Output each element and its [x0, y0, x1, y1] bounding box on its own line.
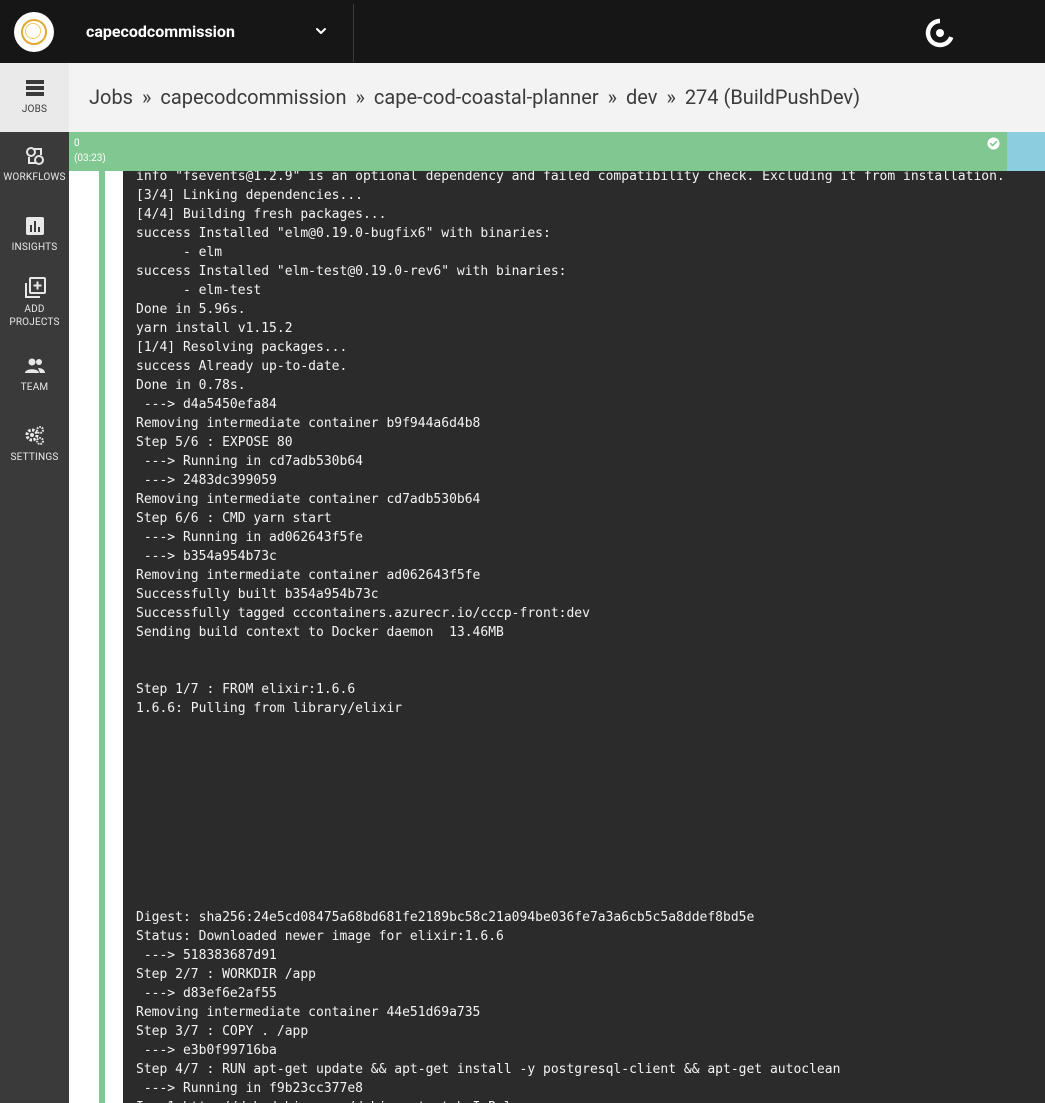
log-line: Done in 0.78s.: [136, 378, 246, 393]
sidebar-item-label: TEAM: [20, 382, 49, 393]
check-circle-icon: [987, 137, 1000, 150]
breadcrumb-branch[interactable]: dev: [626, 85, 657, 109]
breadcrumb-jobs[interactable]: Jobs: [89, 85, 133, 109]
breadcrumb-bar: Jobs » capecodcommission » cape-cod-coastal-…: [69, 63, 1045, 132]
log-line: [136, 870, 1005, 889]
step-index: 0: [74, 138, 80, 149]
breadcrumb-separator: »: [355, 85, 365, 109]
org-name[interactable]: capecodcommission: [86, 22, 235, 41]
add-projects-icon: [24, 277, 46, 298]
log-line: yarn install v1.15.2: [136, 321, 293, 336]
log-line: [3/4] Linking dependencies...: [136, 188, 363, 203]
sidebar-item-insights[interactable]: INSIGHTS: [0, 215, 69, 254]
log-line: [136, 737, 1005, 756]
step-status-stripe: [99, 171, 105, 1103]
sidebar-item-label: ADD PROJECTS: [9, 304, 60, 328]
log-line: success Installed "elm@0.19.0-bugfix6" w…: [136, 226, 551, 241]
log-line: 1.6.6: Pulling from library/elixir: [136, 701, 403, 716]
log-line: ---> b354a954b73c: [136, 549, 277, 564]
log-line: Ign:1 http://deb.debian.org/debian stret…: [136, 1098, 1005, 1103]
log-line: [136, 756, 1005, 775]
breadcrumb-org[interactable]: capecodcommission: [160, 85, 346, 109]
log-line: ---> 518383687d91: [136, 948, 277, 963]
team-icon: [24, 358, 45, 373]
log-line: [136, 889, 1005, 908]
step-duration: (03:23): [74, 153, 106, 164]
circleci-logo-icon[interactable]: [925, 18, 955, 48]
sidebar-item-label: INSIGHTS: [11, 242, 58, 253]
sidebar-item-label: SETTINGS: [10, 452, 59, 463]
log-lines: info "fsevents@1.2.9" is an optional dep…: [136, 171, 1005, 1103]
log-line: success Already up-to-date.: [136, 359, 348, 374]
log-line: Removing intermediate container b9f944a6…: [136, 416, 481, 431]
log-area: info "fsevents@1.2.9" is an optional dep…: [69, 171, 1045, 1103]
workflows-icon: [25, 147, 44, 165]
log-line: [136, 794, 1005, 813]
log-line: Step 2/7 : WORKDIR /app: [136, 967, 317, 982]
container-strip[interactable]: [1007, 132, 1045, 171]
log-line: [136, 661, 1005, 680]
log-line: ---> e3b0f99716ba: [136, 1043, 277, 1058]
step-header[interactable]: 0 (03:23): [69, 132, 1007, 171]
log-line: Step 3/7 : COPY . /app: [136, 1024, 309, 1039]
breadcrumb-job: 274 (BuildPushDev): [684, 85, 861, 109]
sidebar-item-workflows[interactable]: WORKFLOWS: [0, 145, 69, 184]
log-line: Done in 5.96s.: [136, 302, 246, 317]
org-avatar[interactable]: [14, 12, 54, 52]
breadcrumb-separator: »: [142, 85, 152, 109]
log-line: Removing intermediate container ad062643…: [136, 568, 481, 583]
log-line: ---> 2483dc399059: [136, 473, 277, 488]
sidebar-item-label: JOBS: [21, 104, 48, 115]
breadcrumb-separator: »: [607, 85, 617, 109]
log-line: ---> Running in ad062643f5fe: [136, 530, 363, 545]
log-line: Step 4/7 : RUN apt-get update && apt-get…: [136, 1062, 841, 1077]
log-line: Successfully built b354a954b73c: [136, 587, 379, 602]
log-output[interactable]: info "fsevents@1.2.9" is an optional dep…: [123, 171, 1045, 1103]
list-icon: [25, 80, 44, 96]
log-line: Digest: sha256:24e5cd08475a68bd681fe2189…: [136, 910, 755, 925]
log-line: Successfully tagged cccontainers.azurecr…: [136, 606, 590, 621]
log-line: Status: Downloaded newer image for elixi…: [136, 929, 504, 944]
sidebar-item-label: WORKFLOWS: [3, 172, 66, 183]
breadcrumb-separator: »: [666, 85, 676, 109]
breadcrumb: Jobs » capecodcommission » cape-cod-coastal-…: [89, 85, 860, 109]
log-line: [136, 813, 1005, 832]
org-logo-inner-ring: [25, 23, 41, 39]
insights-icon: [25, 217, 44, 235]
log-line: Step 6/6 : CMD yarn start: [136, 511, 332, 526]
log-line: Sending build context to Docker daemon 1…: [136, 625, 504, 640]
log-line: ---> d4a5450efa84: [136, 397, 277, 412]
log-line: [4/4] Building fresh packages...: [136, 207, 387, 222]
log-line: - elm-test: [136, 283, 262, 298]
log-line: ---> Running in cd7adb530b64: [136, 454, 363, 469]
log-line: Step 5/6 : EXPOSE 80: [136, 435, 293, 450]
log-line: [136, 775, 1005, 794]
log-line: Step 1/7 : FROM elixir:1.6.6: [136, 682, 356, 697]
log-line: ---> d83ef6e2af55: [136, 986, 277, 1001]
log-line: [1/4] Resolving packages...: [136, 340, 348, 355]
sidebar: JOBS WORKFLOWS INSIGHTS ADD PROJECTS TEA…: [0, 63, 69, 1103]
log-line: [136, 832, 1005, 851]
sidebar-item-jobs[interactable]: JOBS: [0, 63, 69, 132]
sidebar-item-settings[interactable]: SETTINGS: [0, 425, 69, 464]
chevron-down-icon[interactable]: [314, 24, 328, 38]
log-line: info "fsevents@1.2.9" is an optional dep…: [136, 171, 1005, 184]
sidebar-item-team[interactable]: TEAM: [0, 355, 69, 394]
gear-icon: [25, 426, 44, 445]
log-line: [136, 851, 1005, 870]
log-line: [136, 718, 1005, 737]
topbar-divider: [353, 4, 354, 62]
breadcrumb-project[interactable]: cape-cod-coastal-planner: [374, 85, 599, 109]
log-line: Removing intermediate container cd7adb53…: [136, 492, 481, 507]
log-line: success Installed "elm-test@0.19.0-rev6"…: [136, 264, 567, 279]
top-navbar: capecodcommission: [0, 0, 1045, 63]
sidebar-item-add-projects[interactable]: ADD PROJECTS: [0, 277, 69, 329]
log-line: Removing intermediate container 44e51d69…: [136, 1005, 481, 1020]
log-line: [136, 642, 1005, 661]
log-line: - elm: [136, 245, 223, 260]
log-line: ---> Running in f9b23cc377e8: [136, 1081, 363, 1096]
